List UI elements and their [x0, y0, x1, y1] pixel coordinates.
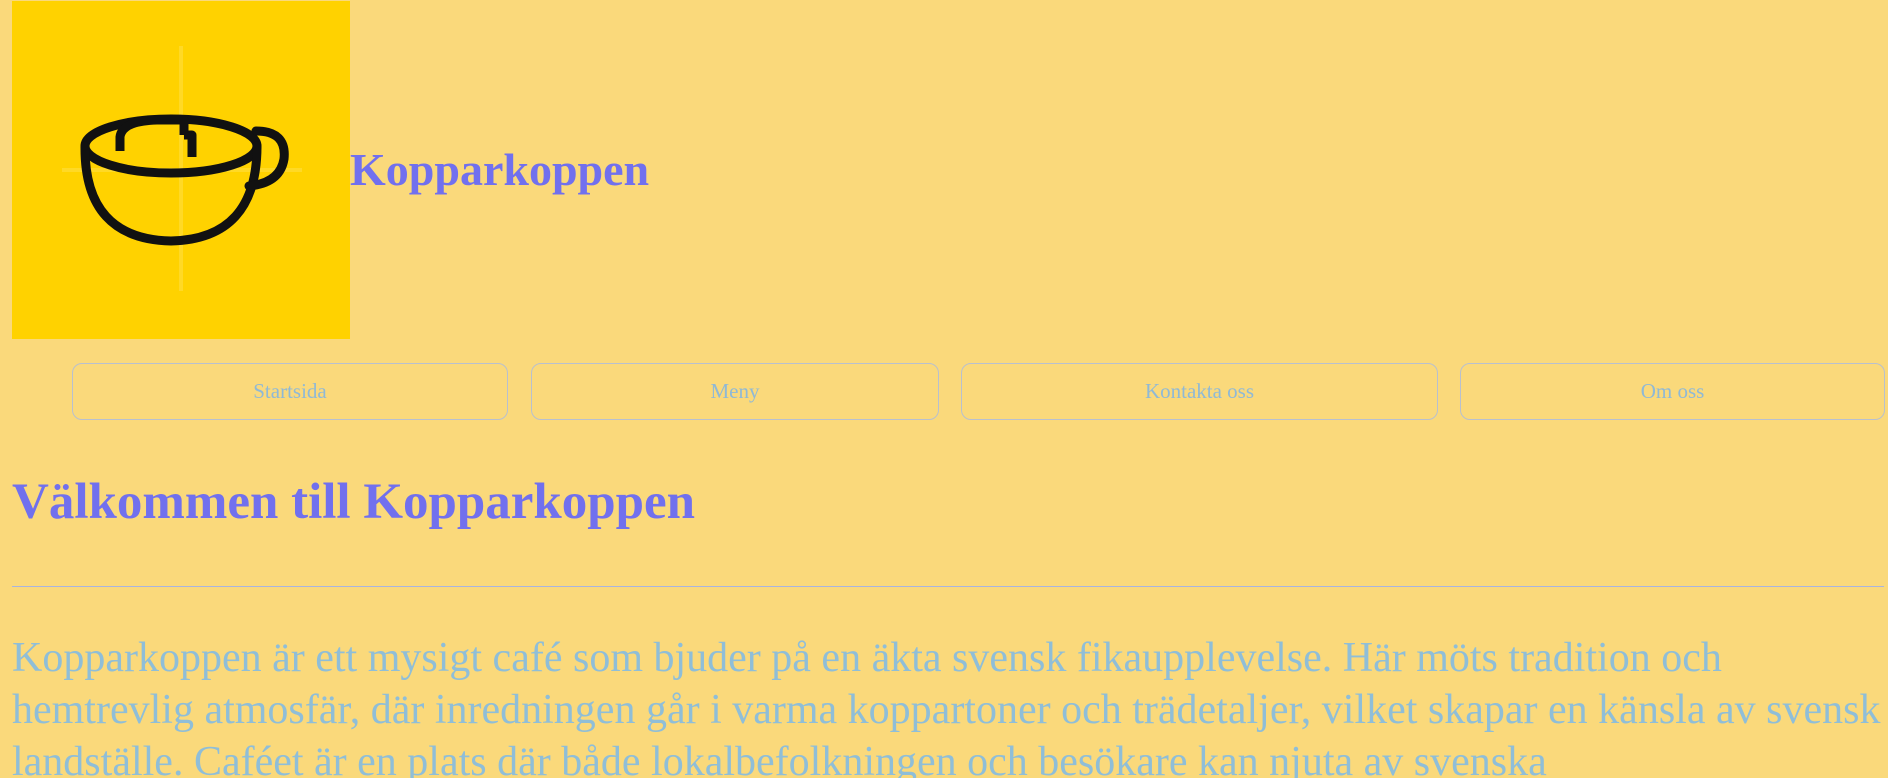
site-title: Kopparkoppen	[350, 144, 650, 195]
nav-button-meny[interactable]: Meny	[531, 363, 939, 420]
intro-paragraph: Kopparkoppen är ett mysigt café som bjud…	[12, 635, 1881, 778]
divider	[12, 586, 1884, 587]
page: Kopparkoppen Startsida Meny Kontakta oss…	[0, 0, 1888, 778]
nav-button-om-oss[interactable]: Om oss	[1460, 363, 1885, 420]
nav-button-kontakta-oss[interactable]: Kontakta oss	[961, 363, 1438, 420]
site-header: Kopparkoppen	[12, 1, 649, 339]
nav-button-startsida[interactable]: Startsida	[72, 363, 508, 420]
coffee-cup-icon	[62, 46, 302, 291]
welcome-heading: Välkommen till Kopparkoppen	[12, 474, 695, 530]
main-nav: Startsida Meny Kontakta oss Om oss	[0, 363, 1888, 422]
logo[interactable]	[12, 1, 350, 339]
